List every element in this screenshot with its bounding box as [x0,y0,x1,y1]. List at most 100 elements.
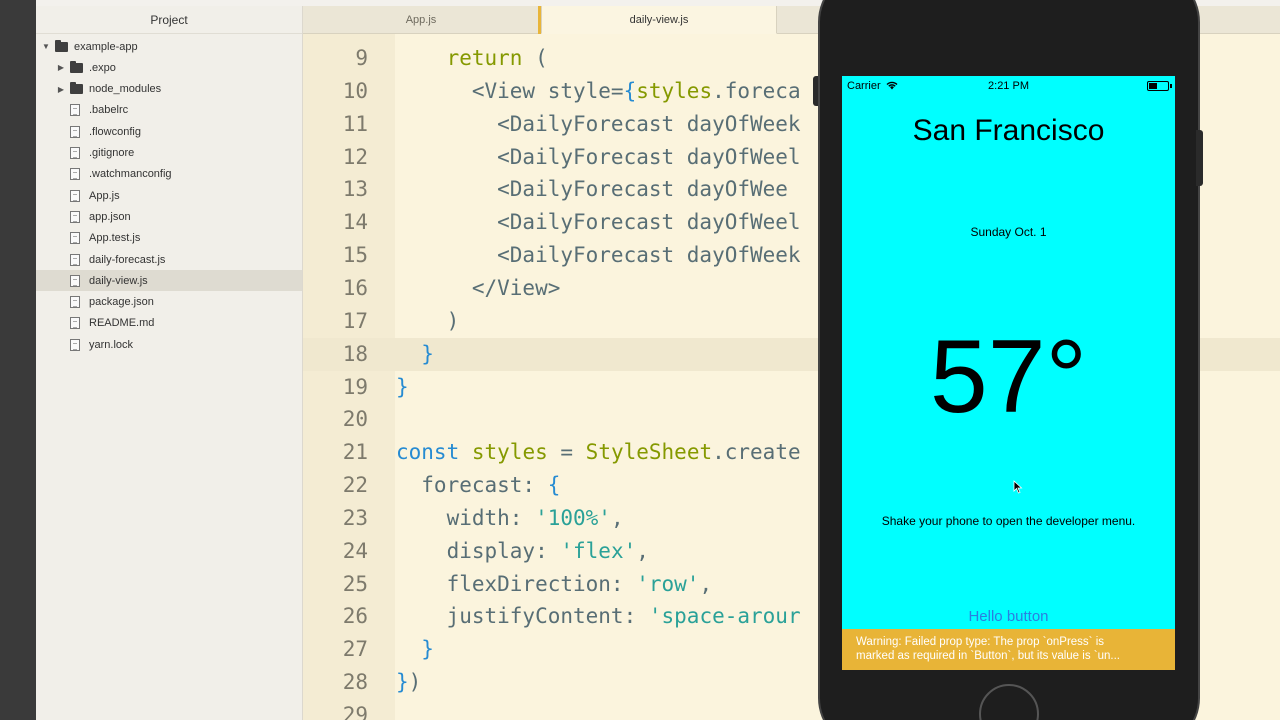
code-text: <DailyForecast dayOfWeel [396,210,801,235]
line-number: 15 [342,243,368,268]
folder-icon [55,39,68,52]
line-number: 16 [342,275,368,300]
line-number: 14 [342,210,368,235]
tree-item[interactable]: ▶ .expo [36,57,302,78]
tree-item[interactable]: .watchmanconfig [36,164,302,185]
tree-item-label: App.js [89,189,120,202]
line-number: 29 [342,703,368,720]
tree-item-label: example-app [74,40,138,53]
tree-item-label: daily-view.js [89,274,148,287]
line-number: 23 [342,505,368,530]
line-number: 17 [342,308,368,333]
tree-item-label: App.test.js [89,232,141,245]
yellowbox-warning[interactable]: Warning: Failed prop type: The prop `onP… [842,629,1175,670]
tree-item-label: app.json [89,210,131,223]
temperature-value: 57° [929,319,1088,435]
code-text: } [421,341,434,366]
chevron-right-icon: ▶ [57,84,65,94]
tree-item[interactable]: ▶ node_modules [36,79,302,100]
file-icon [70,338,80,351]
line-number: 25 [342,571,368,596]
folder-icon [70,82,83,95]
tree-root-folder[interactable]: ▼ example-app [36,36,302,57]
tree-item-label: node_modules [89,83,162,96]
line-number: 18 [342,341,368,366]
file-icon [70,189,80,202]
code-text: } [396,374,409,399]
code-text: <View style={styles.foreca [396,78,801,103]
tree-item-label: .flowconfig [89,125,141,138]
tree-item-label: .expo [89,61,116,74]
code-text: const styles = StyleSheet.create [396,440,801,465]
warning-text: Warning: Failed prop type: The prop `onP… [856,636,1105,648]
tab-label: App.js [405,14,437,26]
line-number: 10 [342,78,368,103]
code-text: } [421,637,434,662]
line-number: 28 [342,670,368,695]
tree-item[interactable]: .flowconfig [36,121,302,142]
code-text: return ( [446,46,548,70]
tree-item[interactable]: app.json [36,206,302,227]
code-text: flexDirection: 'row', [396,571,713,596]
tree-item[interactable]: App.test.js [36,228,302,249]
file-icon [70,104,80,117]
file-icon [70,210,80,223]
file-icon [70,296,80,309]
line-number: 11 [342,111,368,136]
file-icon [70,168,80,181]
tab-app-js[interactable]: App.js [303,6,539,34]
status-time: 2:21 PM [988,80,1029,92]
mouse-cursor-icon [1013,480,1023,494]
tree-item-label: README.md [89,317,155,330]
code-text: ) [396,308,460,333]
code-text: <DailyForecast dayOfWeek [396,111,801,136]
line-number: 21 [342,440,368,465]
developer-menu-message: Shake your phone to open the developer m… [881,514,1136,528]
tab-daily-view-js[interactable]: daily-view.js [541,6,777,34]
file-icon [70,232,80,245]
project-sidebar: Project ▼ example-app ▶ .expo ▶ node_modules.… [36,6,303,720]
line-number: 27 [342,637,368,662]
tree-item[interactable]: .gitignore [36,143,302,164]
tree-item-label: package.json [89,296,154,309]
tree-item[interactable]: README.md [36,313,302,334]
tab-label: daily-view.js [629,14,689,26]
code-text: width: '100%', [396,505,624,530]
city-title: San Francisco [912,114,1105,147]
code-text: }) [396,670,422,695]
code-text: <DailyForecast dayOfWee [396,177,788,202]
tree-item-label: .watchmanconfig [89,168,172,181]
line-number: 26 [342,604,368,629]
file-icon [70,274,80,287]
status-bar: Carrier 2:21 PM [842,76,1175,96]
tree-item-label: .babelrc [89,104,129,117]
hello-button[interactable]: Hello button [842,608,1175,625]
code-text: <DailyForecast dayOfWeek [396,243,801,268]
line-number: 24 [342,538,368,563]
phone-screen[interactable]: Carrier 2:21 PM San Francisco Sunday Oct… [842,76,1175,670]
file-icon [70,253,80,266]
tree-item[interactable]: daily-view.js [36,270,302,292]
tree-item[interactable]: .babelrc [36,100,302,121]
line-number: 22 [342,473,368,498]
file-icon [70,317,80,330]
line-number: 13 [342,177,368,202]
tree-item[interactable]: App.js [36,185,302,206]
sidebar-title: Project [36,6,302,34]
tree-item[interactable]: yarn.lock [36,334,302,355]
file-icon [70,147,80,159]
tree-item[interactable]: package.json [36,292,302,313]
tree-item-label: yarn.lock [89,338,134,351]
code-text: </View> [396,275,561,300]
line-number: 20 [342,407,368,432]
code-text: justifyContent: 'space-arour [396,604,801,629]
code-text: forecast: { [396,473,561,498]
chevron-down-icon: ▼ [42,42,50,51]
line-number: 12 [342,144,368,169]
chevron-right-icon: ▶ [57,63,65,73]
phone-power-button [1196,130,1203,186]
tree-item[interactable]: daily-forecast.js [36,249,302,270]
file-icon [70,125,80,138]
battery-icon [1147,81,1172,91]
warning-text: marked as required in `Button`, but its … [856,650,1120,662]
